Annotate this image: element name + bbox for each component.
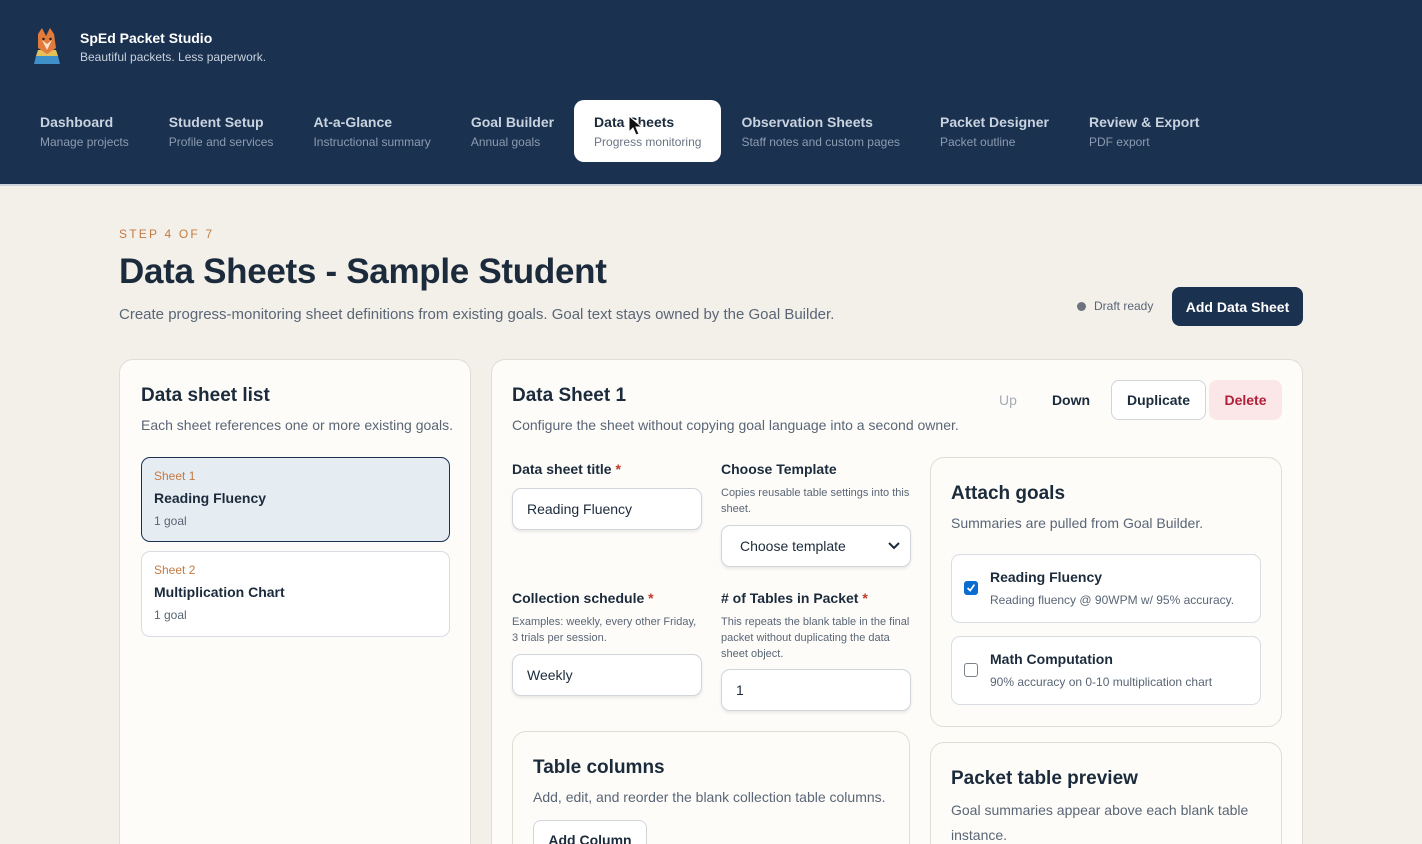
goal-option[interactable]: Reading Fluency Reading fluency @ 90WPM …: [951, 554, 1261, 623]
required-mark: *: [648, 590, 654, 606]
nav-subtitle: Annual goals: [470, 135, 541, 149]
chevron-down-icon: [888, 542, 900, 550]
sheet-name: Multiplication Chart: [154, 584, 285, 600]
nav-subtitle: Staff notes and custom pages: [741, 135, 900, 149]
template-help-text: Copies reusable table settings into this…: [721, 487, 910, 515]
table-columns-card: Table columns Add, edit, and reorder the…: [512, 731, 910, 844]
duplicate-button[interactable]: Duplicate: [1111, 380, 1206, 420]
data-sheet-editor-card: Data Sheet 1 Configure the sheet without…: [491, 359, 1303, 844]
label-text: Data sheet title: [512, 461, 612, 477]
editor-subtitle: Configure the sheet without copying goal…: [512, 417, 959, 433]
add-column-button[interactable]: Add Column: [533, 820, 647, 844]
columns-subtitle: Add, edit, and reorder the blank collect…: [533, 789, 886, 805]
nav-title: Goal Builder: [470, 114, 555, 130]
goal-name: Reading Fluency: [990, 569, 1103, 585]
step-nav: Dashboard Manage projects Student Setup …: [20, 100, 1219, 162]
nav-title: Review & Export: [1088, 114, 1200, 130]
sheet-kicker: Sheet 2: [154, 563, 196, 577]
delete-button[interactable]: Delete: [1209, 380, 1282, 420]
page-subtitle: Create progress-monitoring sheet definit…: [119, 306, 835, 323]
fox-logo-icon: [34, 28, 60, 64]
data-sheet-list-card: Data sheet list Each sheet references on…: [119, 359, 471, 844]
schedule-field-label: Collection schedule *: [512, 590, 654, 606]
data-sheet-title-input[interactable]: Reading Fluency: [512, 488, 702, 530]
preview-title: Packet table preview: [951, 768, 1138, 789]
checkmark-icon: [966, 584, 976, 592]
sheet-kicker: Sheet 1: [154, 469, 196, 483]
goal-name: Math Computation: [990, 651, 1113, 667]
editor-title: Data Sheet 1: [512, 385, 627, 406]
goal-option[interactable]: Math Computation 90% accuracy on 0-10 mu…: [951, 636, 1261, 705]
nav-title: Packet Designer: [940, 114, 1049, 130]
tables-field-label: # of Tables in Packet *: [721, 590, 868, 606]
top-header: SpEd Packet Studio Beautiful packets. Le…: [0, 0, 1422, 186]
nav-subtitle: Packet outline: [940, 135, 1016, 149]
status-dot-icon: [1077, 301, 1086, 311]
schedule-help-text: Examples: weekly, every other Friday, 3 …: [512, 616, 697, 644]
label-text: # of Tables in Packet: [721, 590, 859, 606]
nav-subtitle: Progress monitoring: [594, 135, 702, 149]
nav-dashboard[interactable]: Dashboard Manage projects: [20, 100, 149, 162]
packet-preview-card: Packet table preview Goal summaries appe…: [930, 742, 1282, 844]
attach-title: Attach goals: [951, 483, 1066, 504]
label-text: Collection schedule: [512, 590, 645, 606]
sheet-name: Reading Fluency: [154, 490, 267, 506]
move-down-button[interactable]: Down: [1044, 380, 1098, 420]
title-field-label: Data sheet title *: [512, 461, 621, 477]
nav-title: Dashboard: [40, 114, 114, 130]
nav-subtitle: Manage projects: [40, 135, 129, 149]
nav-title: Observation Sheets: [741, 114, 873, 130]
template-select-value: Choose template: [740, 538, 846, 554]
add-data-sheet-button[interactable]: Add Data Sheet: [1172, 287, 1303, 326]
required-mark: *: [615, 461, 621, 477]
nav-review-export[interactable]: Review & Export PDF export: [1069, 100, 1219, 162]
sheet-list-item[interactable]: Sheet 2 Multiplication Chart 1 goal: [141, 551, 450, 637]
nav-subtitle: Profile and services: [168, 135, 274, 149]
status-text: Draft ready: [1094, 299, 1154, 313]
sheet-goal-count: 1 goal: [154, 514, 187, 528]
list-subtitle: Each sheet references one or more existi…: [141, 417, 454, 433]
goal-summary: 90% accuracy on 0-10 multiplication char…: [990, 675, 1213, 689]
nav-observation-sheets[interactable]: Observation Sheets Staff notes and custo…: [721, 100, 920, 162]
columns-title: Table columns: [533, 757, 665, 778]
app-title: SpEd Packet Studio: [80, 30, 213, 46]
nav-student-setup[interactable]: Student Setup Profile and services: [149, 100, 294, 162]
sheet-goal-count: 1 goal: [154, 608, 187, 622]
preview-subtitle: Goal summaries appear above each blank t…: [951, 802, 1249, 843]
template-select[interactable]: Choose template: [721, 525, 911, 567]
tables-help-text: This repeats the blank table in the fina…: [721, 616, 910, 660]
nav-title: Student Setup: [168, 114, 264, 130]
goal-summary: Reading fluency @ 90WPM w/ 95% accuracy.: [990, 593, 1235, 607]
nav-goal-builder[interactable]: Goal Builder Annual goals: [451, 100, 574, 162]
mouse-cursor-icon: [628, 115, 644, 136]
nav-title: Data Sheets: [594, 114, 675, 130]
goal-checkbox[interactable]: [964, 581, 978, 595]
attach-goals-card: Attach goals Summaries are pulled from G…: [930, 457, 1282, 727]
sheet-list-item[interactable]: Sheet 1 Reading Fluency 1 goal: [141, 457, 450, 542]
move-up-button[interactable]: Up: [988, 380, 1028, 420]
template-field-label: Choose Template: [721, 461, 837, 477]
goal-checkbox[interactable]: [964, 663, 978, 677]
collection-schedule-input[interactable]: Weekly: [512, 654, 702, 696]
nav-packet-designer[interactable]: Packet Designer Packet outline: [920, 100, 1069, 162]
brand[interactable]: SpEd Packet Studio Beautiful packets. Le…: [30, 26, 266, 68]
nav-subtitle: Instructional summary: [313, 135, 431, 149]
app-tagline: Beautiful packets. Less paperwork.: [80, 50, 267, 64]
status-badge: Draft ready: [1077, 299, 1153, 313]
step-indicator: STEP 4 OF 7: [119, 227, 215, 241]
nav-title: At-a-Glance: [313, 114, 393, 130]
tables-count-input[interactable]: 1: [721, 669, 911, 711]
attach-subtitle: Summaries are pulled from Goal Builder.: [951, 515, 1204, 531]
required-mark: *: [862, 590, 868, 606]
nav-data-sheets[interactable]: Data Sheets Progress monitoring: [574, 100, 722, 162]
header-divider: [0, 184, 1422, 186]
page-title: Data Sheets - Sample Student: [119, 252, 607, 291]
list-title: Data sheet list: [141, 385, 270, 406]
nav-at-a-glance[interactable]: At-a-Glance Instructional summary: [293, 100, 450, 162]
nav-subtitle: PDF export: [1088, 135, 1150, 149]
